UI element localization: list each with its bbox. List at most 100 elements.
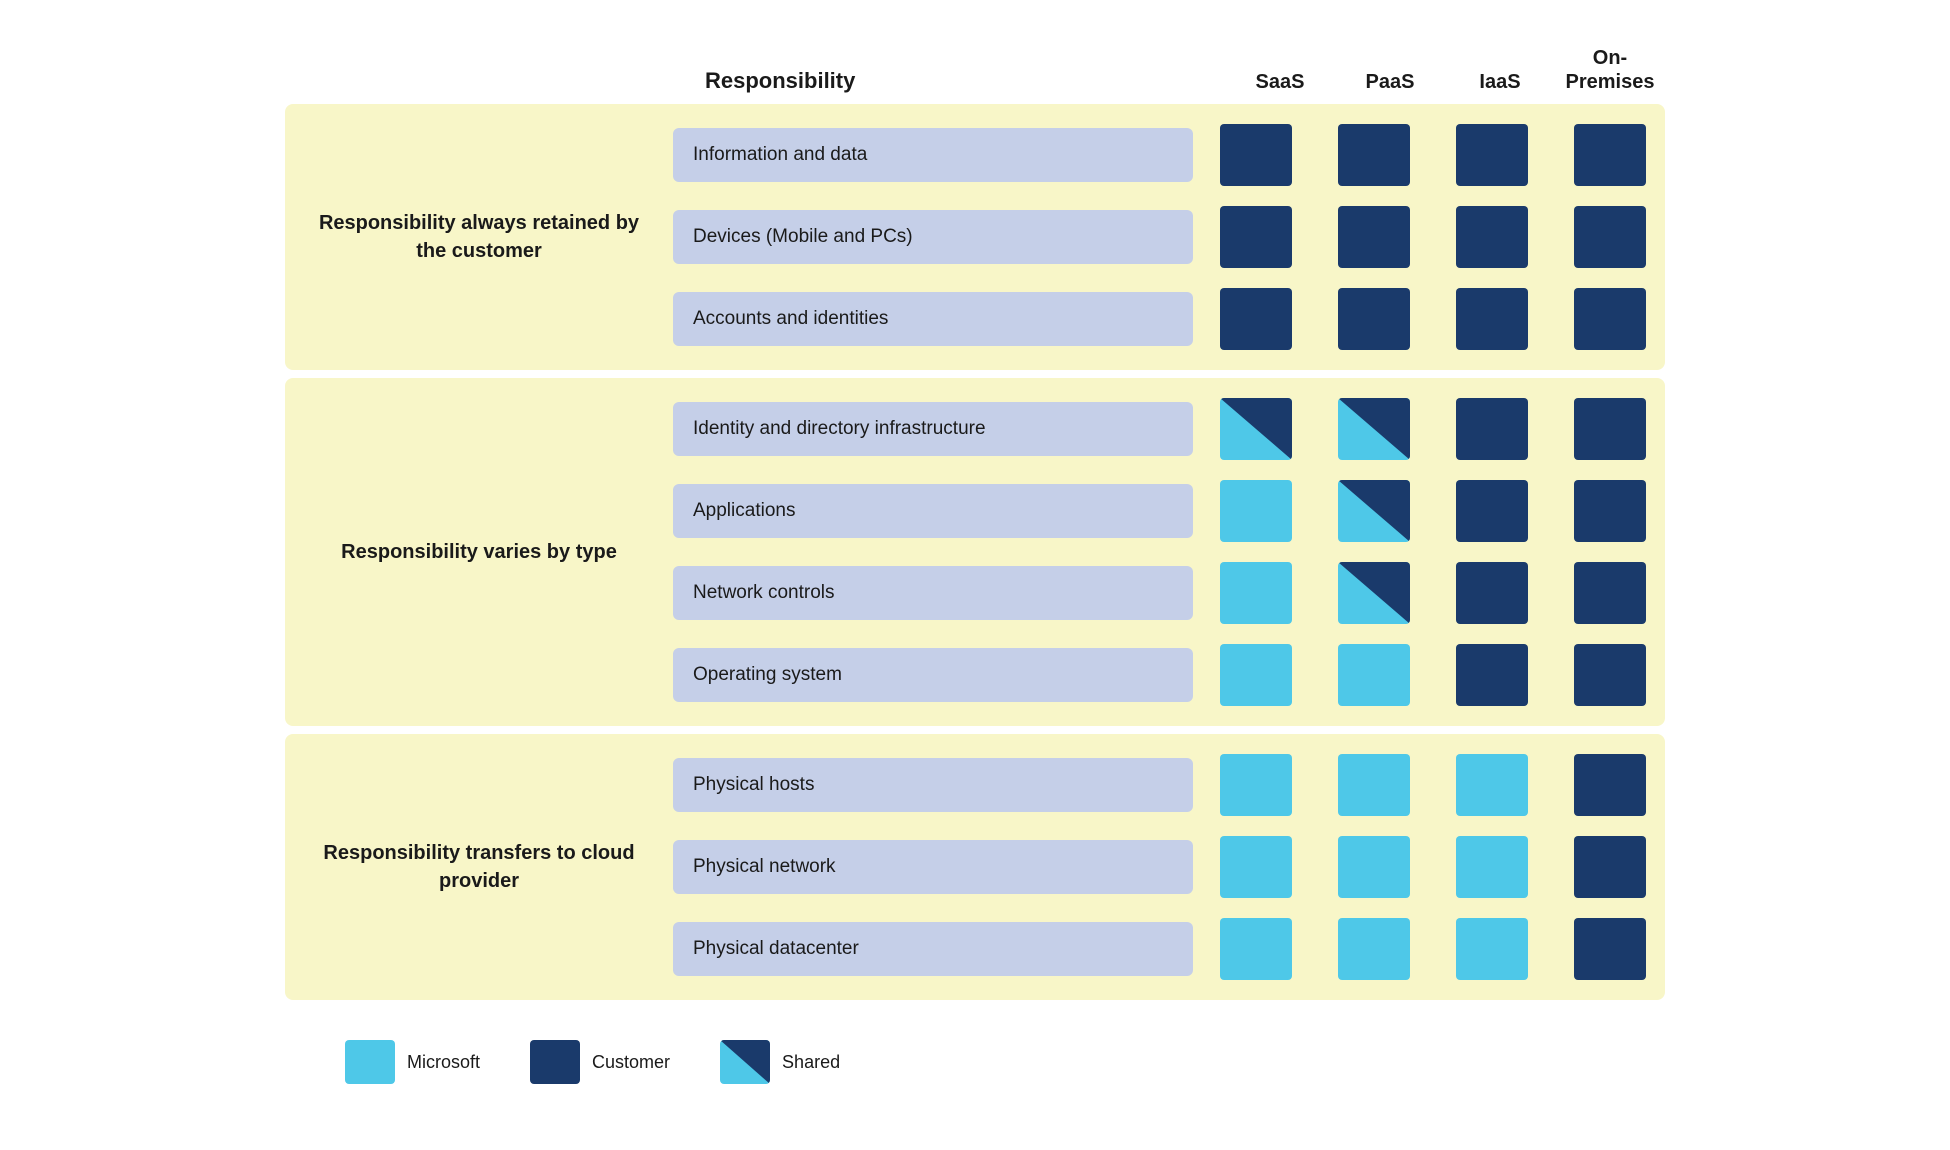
table-row: Physical hosts: [673, 750, 1665, 820]
section-customer: Responsibility always retained by the cu…: [285, 104, 1665, 370]
section-label-area-customer: Responsibility always retained by the cu…: [285, 114, 673, 360]
cell-inner-iaas-0: [1456, 754, 1528, 816]
cell-inner-onprem-3: [1574, 644, 1646, 706]
cell-saas-2: [1201, 914, 1311, 984]
cell-onprem-2: [1555, 284, 1665, 354]
cell-inner-saas-3: [1220, 644, 1292, 706]
cell-saas-1: [1201, 476, 1311, 546]
legend-label-microsoft: Microsoft: [407, 1052, 480, 1073]
cell-inner-iaas-1: [1456, 206, 1528, 268]
cell-saas-0: [1201, 750, 1311, 820]
cell-onprem-3: [1555, 640, 1665, 710]
chart-container: Responsibility SaaS PaaS IaaS On-Premise…: [225, 6, 1725, 1144]
cell-paas-1: [1319, 202, 1429, 272]
header-col-iaas: IaaS: [1445, 71, 1555, 104]
row-label: Accounts and identities: [673, 292, 1193, 346]
table-row: Operating system: [673, 640, 1665, 710]
header-row: Responsibility SaaS PaaS IaaS On-Premise…: [285, 46, 1665, 104]
cell-inner-onprem-0: [1574, 124, 1646, 186]
cell-inner-onprem-0: [1574, 754, 1646, 816]
legend-label-shared: Shared: [782, 1052, 840, 1073]
row-label: Identity and directory infrastructure: [673, 402, 1193, 456]
cell-iaas-0: [1437, 750, 1547, 820]
section-label-customer: Responsibility always retained by the cu…: [315, 209, 643, 265]
cell-iaas-1: [1437, 202, 1547, 272]
cell-onprem-0: [1555, 750, 1665, 820]
cell-saas-2: [1201, 558, 1311, 628]
cell-iaas-1: [1437, 832, 1547, 902]
cell-paas-1: [1319, 832, 1429, 902]
cell-paas-0: [1319, 394, 1429, 464]
cell-saas-2: [1201, 284, 1311, 354]
section-varies: Responsibility varies by type Identity an…: [285, 378, 1665, 726]
cell-onprem-1: [1555, 202, 1665, 272]
cell-paas-0: [1319, 750, 1429, 820]
cell-onprem-0: [1555, 394, 1665, 464]
cell-inner-onprem-0: [1574, 398, 1646, 460]
row-label: Physical hosts: [673, 758, 1193, 812]
cell-saas-0: [1201, 394, 1311, 464]
rows-area-customer: Information and data Devices (Mobile and …: [673, 114, 1665, 360]
sections-container: Responsibility always retained by the cu…: [285, 104, 1665, 1000]
legend-box-microsoft: [345, 1040, 395, 1084]
table-row: Physical datacenter: [673, 914, 1665, 984]
table-row: Accounts and identities: [673, 284, 1665, 354]
row-label: Applications: [673, 484, 1193, 538]
legend-box-customer: [530, 1040, 580, 1084]
cell-iaas-2: [1437, 558, 1547, 628]
row-label: Operating system: [673, 648, 1193, 702]
cell-saas-1: [1201, 832, 1311, 902]
cell-inner-paas-1: [1338, 206, 1410, 268]
legend-item-microsoft: Microsoft: [345, 1040, 480, 1084]
row-label: Physical network: [673, 840, 1193, 894]
cell-inner-saas-1: [1220, 836, 1292, 898]
cell-inner-saas-0: [1220, 398, 1292, 460]
legend-box-shared: [720, 1040, 770, 1084]
cell-inner-onprem-1: [1574, 480, 1646, 542]
legend-item-shared: Shared: [720, 1040, 840, 1084]
cell-inner-paas-2: [1338, 918, 1410, 980]
header-col-paas: PaaS: [1335, 71, 1445, 104]
cell-saas-1: [1201, 202, 1311, 272]
header-col-onprem: On-Premises: [1555, 46, 1665, 104]
cell-inner-saas-2: [1220, 562, 1292, 624]
cell-iaas-1: [1437, 476, 1547, 546]
cell-inner-saas-2: [1220, 288, 1292, 350]
cell-inner-saas-1: [1220, 480, 1292, 542]
cell-inner-iaas-0: [1456, 124, 1528, 186]
cell-paas-2: [1319, 284, 1429, 354]
legend-item-customer: Customer: [530, 1040, 670, 1084]
cell-inner-paas-3: [1338, 644, 1410, 706]
cell-onprem-0: [1555, 120, 1665, 190]
cell-paas-0: [1319, 120, 1429, 190]
section-transfers: Responsibility transfers to cloud provid…: [285, 734, 1665, 1000]
row-label: Physical datacenter: [673, 922, 1193, 976]
table-row: Information and data: [673, 120, 1665, 190]
cell-inner-iaas-2: [1456, 918, 1528, 980]
table-row: Physical network: [673, 832, 1665, 902]
cell-onprem-2: [1555, 914, 1665, 984]
table-row: Devices (Mobile and PCs): [673, 202, 1665, 272]
legend-label-customer: Customer: [592, 1052, 670, 1073]
cell-inner-paas-1: [1338, 480, 1410, 542]
section-label-varies: Responsibility varies by type: [341, 538, 617, 566]
cell-inner-saas-1: [1220, 206, 1292, 268]
legend: Microsoft Customer Shared: [285, 1040, 1665, 1084]
cell-paas-1: [1319, 476, 1429, 546]
row-label: Network controls: [673, 566, 1193, 620]
cell-iaas-0: [1437, 394, 1547, 464]
rows-area-transfers: Physical hosts Physical network Physical d…: [673, 744, 1665, 990]
rows-area-varies: Identity and directory infrastructure App…: [673, 388, 1665, 716]
cell-inner-paas-0: [1338, 398, 1410, 460]
cell-inner-saas-0: [1220, 124, 1292, 186]
cell-inner-iaas-1: [1456, 480, 1528, 542]
cell-saas-3: [1201, 640, 1311, 710]
cell-paas-2: [1319, 558, 1429, 628]
cell-iaas-0: [1437, 120, 1547, 190]
cell-inner-paas-2: [1338, 562, 1410, 624]
section-label-area-varies: Responsibility varies by type: [285, 388, 673, 716]
section-label-area-transfers: Responsibility transfers to cloud provid…: [285, 744, 673, 990]
section-label-transfers: Responsibility transfers to cloud provid…: [315, 839, 643, 895]
cell-onprem-1: [1555, 832, 1665, 902]
cell-inner-iaas-2: [1456, 288, 1528, 350]
